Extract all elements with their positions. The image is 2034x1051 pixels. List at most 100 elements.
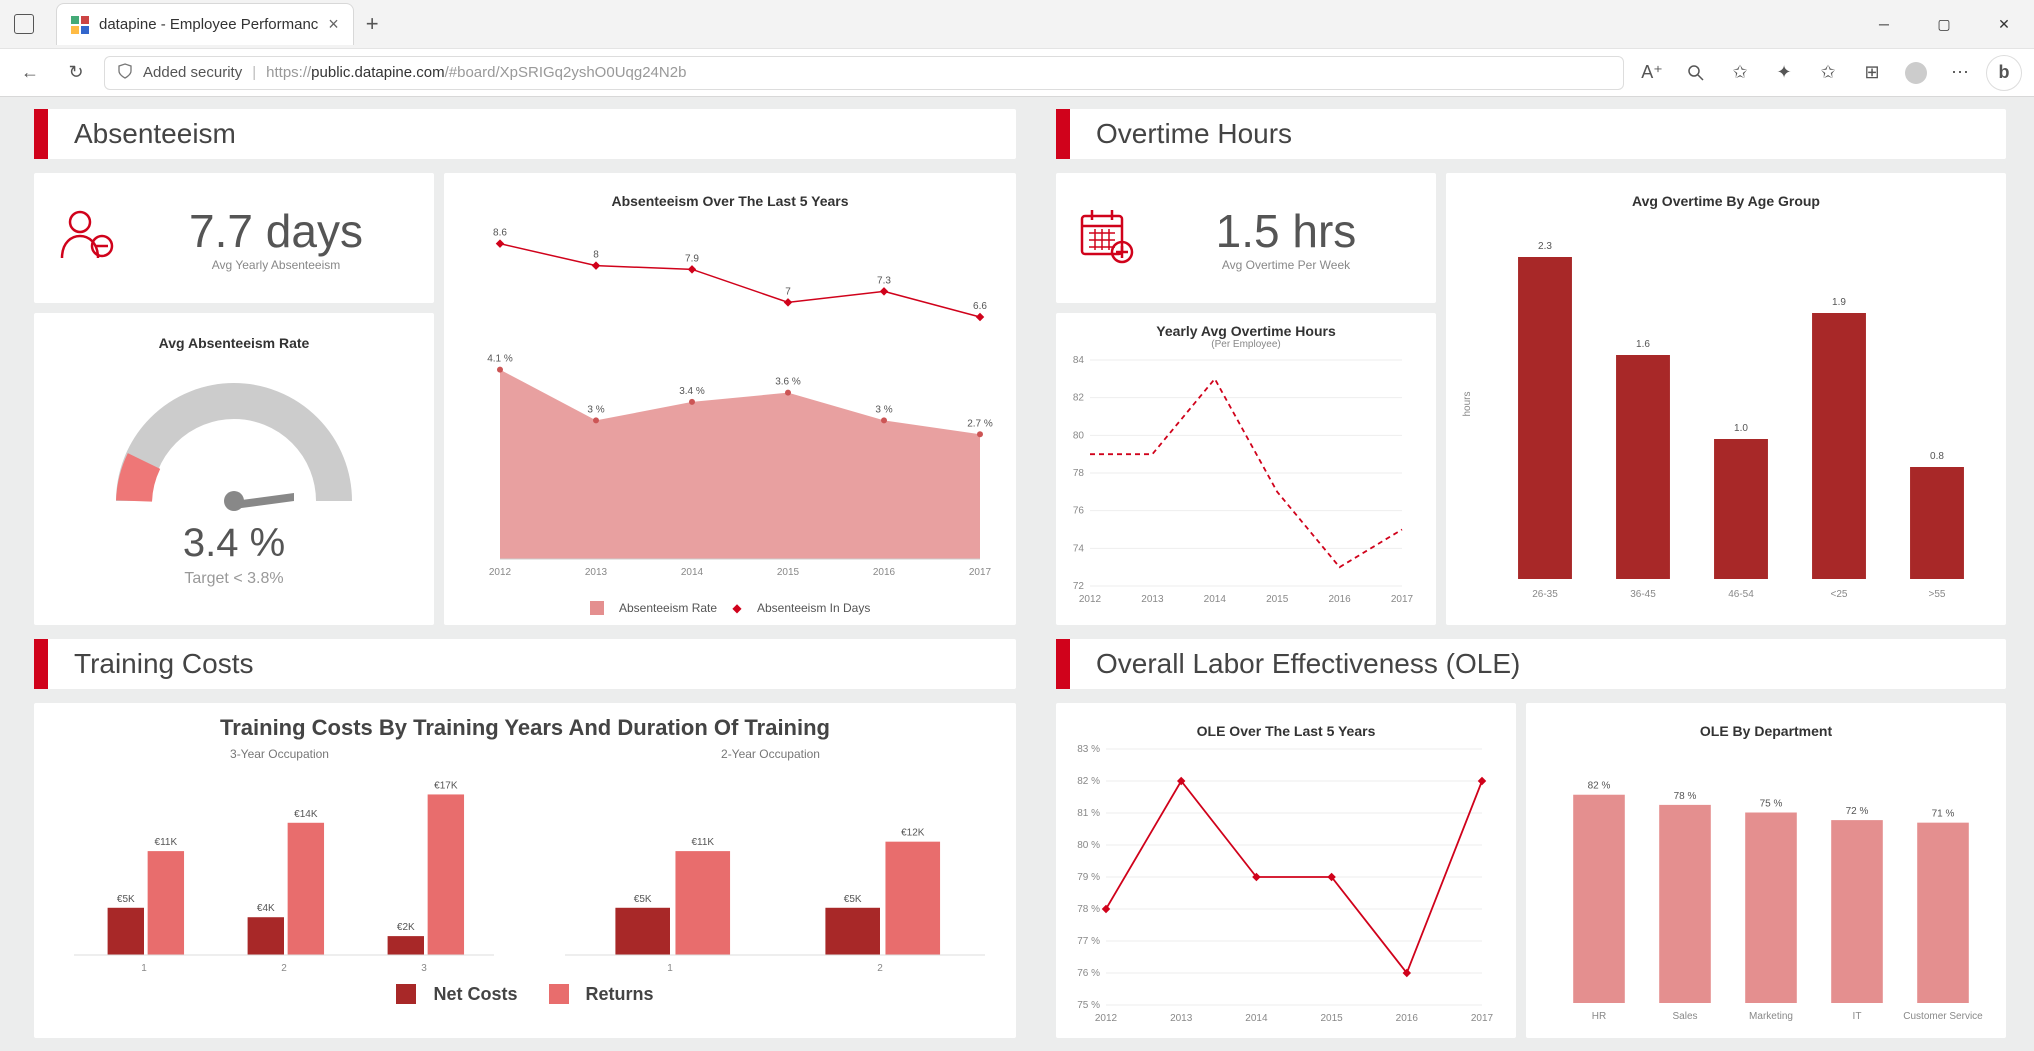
svg-text:2013: 2013 — [1170, 1013, 1193, 1024]
svg-text:0.8: 0.8 — [1930, 451, 1944, 462]
overtime-block: Overtime Hours 1.5 hrs Avg Overtime Per … — [1056, 109, 2006, 625]
svg-text:1.0: 1.0 — [1734, 423, 1748, 434]
svg-text:3 %: 3 % — [587, 404, 604, 415]
accent-bar — [1056, 109, 1070, 159]
svg-text:€5K: €5K — [634, 894, 652, 905]
ole-title: Overall Labor Effectiveness (OLE) — [1096, 648, 1520, 680]
gauge-chart — [94, 351, 374, 521]
titlebar: datapine - Employee Performanc × + ─ ▢ ✕ — [0, 0, 2034, 48]
svg-text:80: 80 — [1073, 430, 1085, 441]
svg-text:80 %: 80 % — [1077, 840, 1100, 851]
svg-text:6.6: 6.6 — [973, 301, 987, 312]
collections-icon[interactable]: ⊞ — [1854, 55, 1890, 91]
browser-tab[interactable]: datapine - Employee Performanc × — [56, 3, 354, 45]
legend-label-days: Absenteeism In Days — [757, 601, 870, 615]
ole-header: Overall Labor Effectiveness (OLE) — [1056, 639, 2006, 689]
svg-text:2014: 2014 — [1245, 1013, 1268, 1024]
security-label: Added security — [143, 64, 242, 81]
svg-text:75 %: 75 % — [1760, 799, 1783, 810]
svg-text:2013: 2013 — [1141, 594, 1164, 605]
absenteeism-kpi-value: 7.7 days — [138, 204, 414, 258]
svg-text:7.3: 7.3 — [877, 275, 891, 286]
legend-label-rate: Absenteeism Rate — [619, 601, 717, 615]
new-tab-button[interactable]: + — [366, 11, 379, 37]
overtime-yearly-chart: 72747678808284201220132014201520162017 — [1056, 350, 1416, 610]
tab-title: datapine - Employee Performanc — [99, 16, 318, 33]
training-header: Training Costs — [34, 639, 1016, 689]
training-2y-chart: €5K€11K1€5K€12K2 — [545, 769, 995, 979]
svg-text:<25: <25 — [1831, 589, 1848, 600]
ole-dept-title: OLE By Department — [1536, 713, 1996, 739]
svg-text:2017: 2017 — [1471, 1013, 1494, 1024]
svg-text:84: 84 — [1073, 355, 1085, 366]
training-chart-card: Training Costs By Training Years And Dur… — [34, 703, 1016, 1038]
back-button[interactable]: ← — [12, 55, 48, 91]
svg-text:75 %: 75 % — [1077, 1000, 1100, 1011]
svg-text:2.3: 2.3 — [1538, 241, 1552, 252]
absenteeism-title: Absenteeism — [74, 118, 236, 150]
svg-text:7: 7 — [785, 286, 791, 297]
refresh-button[interactable]: ↻ — [58, 55, 94, 91]
svg-text:2016: 2016 — [1396, 1013, 1419, 1024]
svg-text:78: 78 — [1073, 468, 1085, 479]
svg-text:83 %: 83 % — [1077, 744, 1100, 755]
dashboard: Absenteeism 7.7 days Avg Yearly Absentee… — [0, 97, 2034, 1051]
url-separator: | — [252, 64, 256, 81]
svg-text:79 %: 79 % — [1077, 872, 1100, 883]
svg-text:2016: 2016 — [873, 567, 896, 578]
svg-text:2012: 2012 — [489, 567, 512, 578]
zoom-icon[interactable] — [1678, 55, 1714, 91]
tab-actions-icon[interactable] — [14, 14, 34, 34]
svg-text:71 %: 71 % — [1932, 809, 1955, 820]
absenteeism-5y-chart: 4.1 %3 %3.4 %3.6 %3 %2.7 %8.687.977.36.6… — [460, 209, 1000, 589]
svg-text:€14K: €14K — [294, 809, 318, 820]
svg-text:€5K: €5K — [117, 894, 135, 905]
training-3y-chart: €5K€11K1€4K€14K2€2K€17K3 — [54, 769, 504, 979]
url-field[interactable]: Added security | https://public.datapine… — [104, 56, 1624, 90]
svg-text:IT: IT — [1853, 1011, 1862, 1022]
svg-text:Sales: Sales — [1672, 1011, 1697, 1022]
svg-text:>55: >55 — [1929, 589, 1946, 600]
ot-yearly-title: Yearly Avg Overtime Hours — [1056, 313, 1436, 339]
favorites-bar-icon[interactable]: ✩ — [1810, 55, 1846, 91]
svg-text:2015: 2015 — [1320, 1013, 1343, 1024]
svg-text:78 %: 78 % — [1077, 904, 1100, 915]
training-block: Training Costs Training Costs By Trainin… — [34, 639, 1016, 1039]
address-bar: ← ↻ Added security | https://public.data… — [0, 48, 2034, 96]
bing-button[interactable]: b — [1986, 55, 2022, 91]
security-shield-icon — [117, 63, 133, 83]
close-button[interactable]: ✕ — [1974, 0, 2034, 48]
person-remove-icon — [54, 204, 118, 273]
copilot-icon[interactable]: ✦ — [1766, 55, 1802, 91]
gauge-title: Avg Absenteeism Rate — [159, 325, 310, 351]
ole-block: Overall Labor Effectiveness (OLE) OLE Ov… — [1056, 639, 2006, 1039]
overtime-kpi-value: 1.5 hrs — [1156, 204, 1416, 258]
svg-text:46-54: 46-54 — [1728, 589, 1754, 600]
minimize-button[interactable]: ─ — [1854, 0, 1914, 48]
absenteeism-gauge-card: Avg Absenteeism Rate 3.4 % Target < 3.8% — [34, 313, 434, 625]
read-aloud-icon[interactable]: A⁺ — [1634, 55, 1670, 91]
tab-close-icon[interactable]: × — [328, 14, 339, 35]
svg-text:2.7 %: 2.7 % — [967, 418, 993, 429]
profile-icon[interactable] — [1898, 55, 1934, 91]
maximize-button[interactable]: ▢ — [1914, 0, 1974, 48]
svg-text:7.9: 7.9 — [685, 253, 699, 264]
overtime-header: Overtime Hours — [1056, 109, 2006, 159]
legend-swatch-netcosts — [396, 984, 416, 1004]
svg-text:1: 1 — [141, 963, 147, 974]
svg-text:Customer Service: Customer Service — [1903, 1011, 1983, 1022]
svg-text:3.4 %: 3.4 % — [679, 386, 705, 397]
absenteeism-5y-chart-card: Absenteeism Over The Last 5 Years 4.1 %3… — [444, 173, 1016, 625]
more-icon[interactable]: ⋯ — [1942, 55, 1978, 91]
svg-text:81 %: 81 % — [1077, 808, 1100, 819]
favorite-icon[interactable]: ✩ — [1722, 55, 1758, 91]
svg-text:2013: 2013 — [585, 567, 608, 578]
svg-text:hours: hours — [1462, 391, 1473, 416]
svg-text:2017: 2017 — [969, 567, 992, 578]
training-3y-col: 3-Year Occupation €5K€11K1€4K€14K2€2K€17… — [54, 747, 505, 977]
browser-chrome: datapine - Employee Performanc × + ─ ▢ ✕… — [0, 0, 2034, 97]
url-text: https://public.datapine.com/#board/XpSRI… — [266, 64, 686, 81]
ole-5y-card: OLE Over The Last 5 Years 75 %76 %77 %78… — [1056, 703, 1516, 1038]
legend-label-returns: Returns — [586, 984, 654, 1004]
training-2y-col: 2-Year Occupation €5K€11K1€5K€12K2 — [545, 747, 996, 977]
